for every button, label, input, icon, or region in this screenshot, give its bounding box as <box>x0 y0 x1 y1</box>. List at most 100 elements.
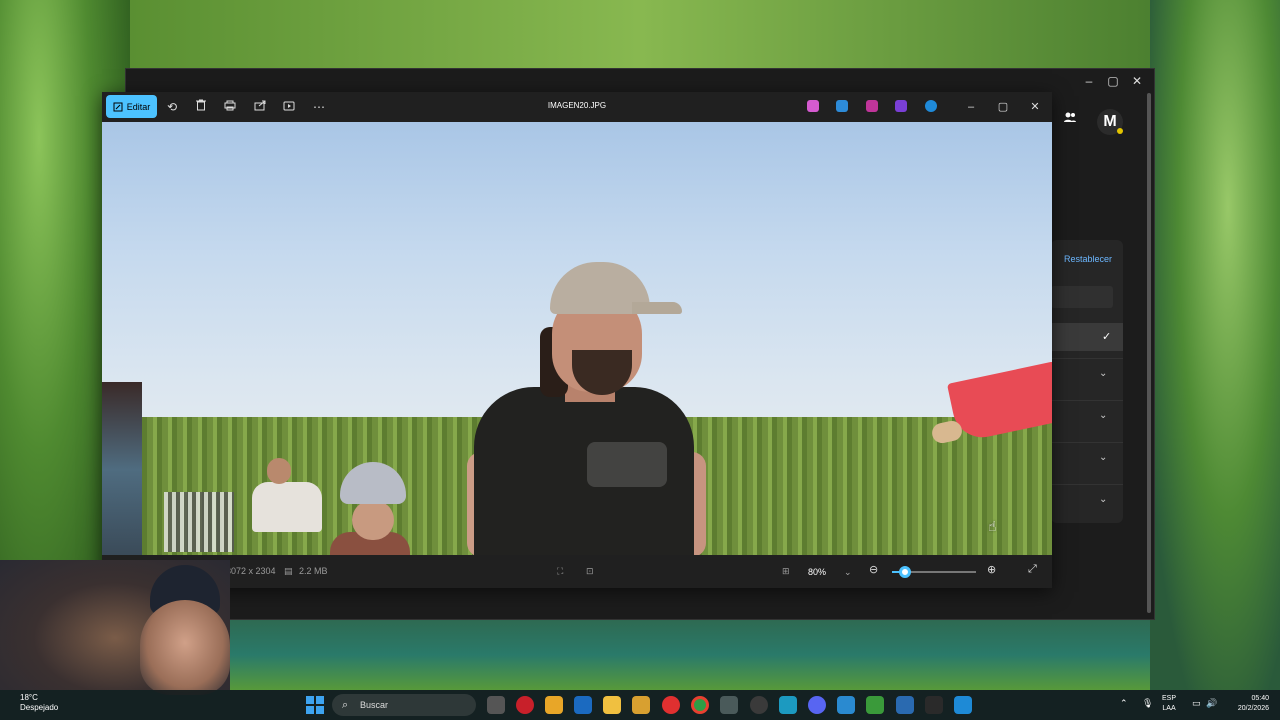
edit-icon <box>113 102 123 111</box>
zoom-slider-thumb[interactable] <box>898 566 911 578</box>
reset-button[interactable]: Restablecer <box>1064 254 1112 264</box>
slideshow-icon[interactable] <box>280 98 298 116</box>
delete-icon[interactable] <box>192 98 210 116</box>
panel-field[interactable] <box>1051 286 1113 308</box>
desktop-wallpaper-bottom <box>130 620 1150 690</box>
fit-window-icon[interactable]: ⊞ <box>782 566 790 577</box>
panel-section[interactable] <box>1051 400 1123 438</box>
close-button[interactable]: ✕ <box>1128 73 1146 89</box>
chevron-down-icon[interactable]: ⌄ <box>1099 452 1107 463</box>
photo-seated-man-head <box>267 458 291 484</box>
language-indicator[interactable]: ESP LAA <box>1162 694 1176 714</box>
scrollbar[interactable] <box>1147 93 1151 613</box>
close-button[interactable]: ✕ <box>1025 98 1045 116</box>
app-yellow-icon[interactable] <box>632 696 650 714</box>
photo-canvas[interactable]: ☝ <box>102 122 1052 555</box>
panel-section[interactable] <box>1051 442 1123 480</box>
language-code: ESP <box>1162 695 1177 702</box>
maximize-button[interactable]: ▢ <box>993 98 1013 116</box>
chevron-up-icon[interactable]: ⌃ <box>1120 698 1128 709</box>
chevron-down-icon[interactable]: ⌄ <box>1099 494 1107 505</box>
volume-icon[interactable]: 🔊 <box>1206 698 1217 709</box>
hand-cursor-icon: ☝ <box>988 518 997 534</box>
clipchamp-icon[interactable] <box>895 100 907 112</box>
photo-shirt-print <box>587 442 667 487</box>
discord-icon[interactable] <box>808 696 826 714</box>
zoom-out-icon[interactable]: ⊖ <box>869 563 878 576</box>
task-view-icon[interactable] <box>487 696 505 714</box>
obs-icon[interactable] <box>750 696 768 714</box>
clock[interactable]: 05:40 20/2/2026 <box>1229 694 1269 714</box>
webcam-person-face <box>140 600 230 695</box>
weather-text: Despejado <box>20 703 59 712</box>
zoom-in-icon[interactable]: ⊕ <box>987 563 996 576</box>
file-size: 2.2 MB <box>299 566 328 576</box>
display-icon[interactable]: ▭ <box>1192 698 1201 709</box>
file-explorer-icon[interactable] <box>603 696 621 714</box>
panel-section[interactable] <box>1051 484 1123 522</box>
photos-toolbar: Editar ⟲ ⋯ IMAGEN20.JPG – ▢ ✕ <box>102 92 1052 122</box>
photos-app-icon[interactable] <box>837 696 855 714</box>
face-detect-icon[interactable]: ⛶ <box>557 566 563 577</box>
zoom-value: 80% <box>808 567 827 577</box>
edit-button[interactable]: Editar <box>106 95 157 118</box>
start-button[interactable] <box>306 696 324 714</box>
check-icon: ✓ <box>1102 331 1112 343</box>
minimize-button[interactable]: – <box>961 98 981 116</box>
windows-logo-tile <box>306 706 314 714</box>
onedrive-icon[interactable] <box>925 100 937 112</box>
desktop-wallpaper-right <box>1150 0 1280 690</box>
controller-icon[interactable] <box>720 696 738 714</box>
people-icon[interactable] <box>1060 110 1080 130</box>
more-icon[interactable]: ⋯ <box>310 98 328 116</box>
microphone-icon[interactable]: 🎙 <box>1142 698 1153 709</box>
file-size-icon: ▤ <box>284 566 293 576</box>
taskbar-search[interactable]: ⌕ Buscar <box>332 694 476 716</box>
visual-search-icon[interactable]: ⊡ <box>586 566 594 577</box>
status-dot <box>1117 128 1123 134</box>
chevron-down-icon[interactable]: ⌄ <box>1099 368 1107 379</box>
paint-app-icon[interactable] <box>954 696 972 714</box>
desktop-wallpaper-top <box>130 0 1150 70</box>
zoom-select[interactable]: 80% ⌄ <box>802 562 860 582</box>
temperature: 18°C <box>20 693 38 702</box>
print-icon[interactable] <box>221 98 239 116</box>
copilot-icon[interactable] <box>807 100 819 112</box>
chrome-icon[interactable] <box>691 696 709 714</box>
search-placeholder: Buscar <box>360 700 389 710</box>
panel-selected-option[interactable] <box>1051 323 1123 351</box>
weather-widget[interactable]: 18°C Despejado <box>20 693 58 713</box>
photo-seated-man <box>252 482 322 532</box>
outlook-icon[interactable] <box>574 696 592 714</box>
file-title: IMAGEN20.JPG <box>547 101 607 110</box>
rotate-icon[interactable]: ⟲ <box>163 98 181 116</box>
windows-logo-tile <box>316 696 324 704</box>
store-icon[interactable] <box>545 696 563 714</box>
windows-logo-tile <box>306 696 314 704</box>
taskbar: 18°C Despejado ⌕ Buscar ⌃ 🎙 ESP LAA ▭ 🔊 … <box>0 690 1280 720</box>
designer-icon[interactable] <box>866 100 878 112</box>
photo-man-cap-visor <box>632 302 682 314</box>
photo-chair <box>164 492 234 552</box>
fullscreen-icon[interactable]: ⤢ <box>1028 563 1037 576</box>
app-blue-icon[interactable] <box>779 696 797 714</box>
minimize-button[interactable]: – <box>1080 73 1098 89</box>
app-green-icon[interactable] <box>866 696 884 714</box>
share-icon[interactable] <box>251 98 269 116</box>
edit-label: Editar <box>126 101 151 112</box>
panel-section[interactable] <box>1051 358 1123 396</box>
time: 05:40 <box>1251 695 1269 702</box>
youtube-icon[interactable] <box>662 696 680 714</box>
photo-person-left <box>102 382 142 555</box>
search-icon: ⌕ <box>342 699 349 711</box>
windows-logo-tile <box>316 706 324 714</box>
paint-icon[interactable] <box>836 100 848 112</box>
background-window-controls: – ▢ ✕ <box>1080 73 1146 89</box>
maximize-button[interactable]: ▢ <box>1104 73 1122 89</box>
epic-games-icon[interactable] <box>925 696 943 714</box>
app-diamond-icon[interactable] <box>896 696 914 714</box>
app-red-icon[interactable] <box>516 696 534 714</box>
photos-status-bar: ▧ 3072 x 2304 ▤ 2.2 MB ⛶ ⊡ ⊞ 80% ⌄ ⊖ ⊕ ⤢ <box>102 555 1052 588</box>
date: 20/2/2026 <box>1237 705 1269 712</box>
chevron-down-icon[interactable]: ⌄ <box>1099 410 1107 421</box>
